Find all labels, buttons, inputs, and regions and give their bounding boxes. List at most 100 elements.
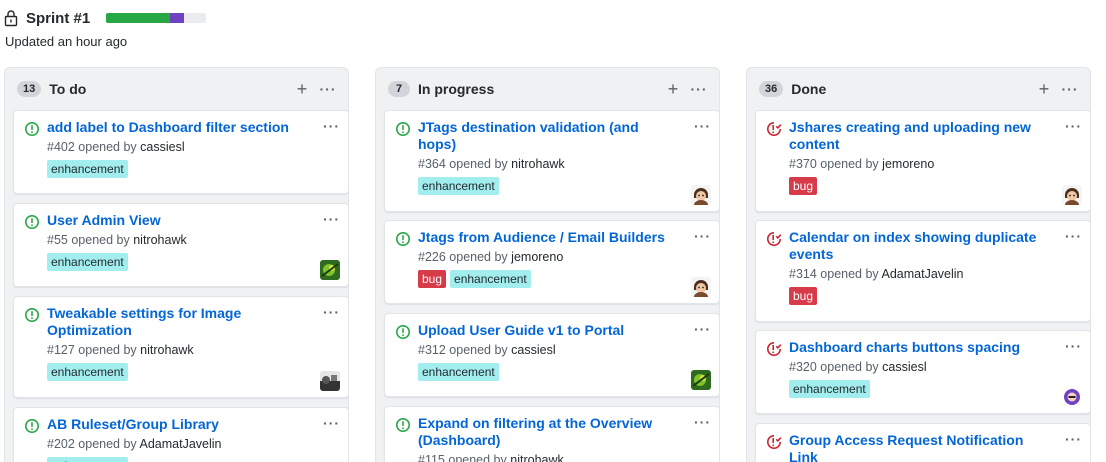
issue-card[interactable]: JTags destination validation (and hops) ·…	[384, 110, 719, 212]
issue-title[interactable]: Expand on filtering at the Overview (Das…	[418, 415, 680, 449]
green-avatar[interactable]	[320, 260, 340, 280]
label-enhancement[interactable]: enhancement	[47, 457, 128, 462]
issue-title[interactable]: Dashboard charts buttons spacing	[789, 339, 1051, 356]
issue-number: #127	[47, 343, 75, 357]
issue-author[interactable]: nitrohawk	[511, 157, 565, 171]
issue-labels: enhancement	[418, 177, 499, 195]
label-enhancement[interactable]: enhancement	[418, 363, 499, 381]
issue-author[interactable]: cassiesl	[511, 343, 555, 357]
issue-meta: #127 opened by nitrohawk	[47, 343, 194, 357]
issue-card[interactable]: User Admin View ··· #55 opened by nitrohaw…	[13, 203, 348, 287]
issue-author[interactable]: nitrohawk	[140, 343, 194, 357]
label-enhancement[interactable]: enhancement	[47, 253, 128, 271]
issue-labels: enhancement	[47, 457, 128, 462]
issue-title[interactable]: JTags destination validation (and hops)	[418, 119, 680, 153]
issue-meta: #402 opened by cassiesl	[47, 140, 185, 154]
issue-title[interactable]: Jtags from Audience / Email Builders	[418, 229, 680, 246]
card-menu-icon[interactable]: ···	[694, 322, 711, 336]
issue-author[interactable]: cassiesl	[140, 140, 184, 154]
opened-by-text: opened by	[71, 233, 130, 247]
add-card-icon[interactable]: +	[663, 79, 683, 99]
issue-meta: #364 opened by nitrohawk	[418, 157, 565, 171]
issue-labels: enhancement	[47, 160, 128, 178]
photo-avatar[interactable]	[320, 371, 340, 391]
column-name: In progress	[418, 81, 495, 97]
issue-number: #364	[418, 157, 446, 171]
label-enhancement[interactable]: enhancement	[47, 160, 128, 178]
issue-card[interactable]: Expand on filtering at the Overview (Das…	[384, 406, 719, 462]
card-menu-icon[interactable]: ···	[1065, 432, 1082, 446]
issue-title[interactable]: Jshares creating and uploading new conte…	[789, 119, 1051, 153]
issue-number: #370	[789, 157, 817, 171]
column-menu-icon[interactable]: ···	[689, 79, 709, 99]
progress-in-progress	[170, 13, 185, 23]
label-enhancement[interactable]: enhancement	[47, 363, 128, 381]
issue-number: #202	[47, 437, 75, 451]
column-todo: 13 To do + ··· add label to Dashboard fi…	[4, 67, 349, 462]
issue-author[interactable]: cassiesl	[882, 360, 926, 374]
face-avatar[interactable]	[691, 185, 711, 205]
label-bug[interactable]: bug	[789, 177, 818, 195]
opened-by-text: opened by	[449, 343, 508, 357]
label-enhancement[interactable]: enhancement	[450, 270, 531, 288]
card-menu-icon[interactable]: ···	[1065, 229, 1082, 243]
purple-avatar[interactable]	[1062, 387, 1082, 407]
issue-title[interactable]: AB Ruleset/Group Library	[47, 416, 309, 433]
opened-by-text: opened by	[448, 453, 507, 462]
issue-card[interactable]: AB Ruleset/Group Library ··· #202 opened b…	[13, 407, 348, 462]
label-bug[interactable]: bug	[789, 287, 818, 305]
issue-title[interactable]: Tweakable settings for Image Optimizatio…	[47, 305, 309, 339]
issue-author[interactable]: jemoreno	[511, 250, 563, 264]
issue-author[interactable]: nitrohawk	[133, 233, 187, 247]
opened-by-text: opened by	[449, 157, 508, 171]
face-avatar[interactable]	[1062, 185, 1082, 205]
column-count: 13	[17, 81, 42, 97]
card-menu-icon[interactable]: ···	[323, 305, 340, 319]
issue-title[interactable]: Calendar on index showing duplicate even…	[789, 229, 1051, 263]
issue-closed-icon	[766, 121, 782, 137]
issue-opened-icon	[24, 121, 40, 137]
card-menu-icon[interactable]: ···	[1065, 339, 1082, 353]
card-menu-icon[interactable]: ···	[694, 119, 711, 133]
column-menu-icon[interactable]: ···	[1060, 79, 1080, 99]
project-board: 13 To do + ··· add label to Dashboard fi…	[4, 67, 1106, 462]
card-menu-icon[interactable]: ···	[694, 229, 711, 243]
add-card-icon[interactable]: +	[292, 79, 312, 99]
issue-card[interactable]: Upload User Guide v1 to Portal ··· #312 op…	[384, 313, 719, 397]
issue-number: #312	[418, 343, 446, 357]
label-enhancement[interactable]: enhancement	[789, 380, 870, 398]
card-menu-icon[interactable]: ···	[323, 212, 340, 226]
issue-opened-icon	[395, 324, 411, 340]
column-menu-icon[interactable]: ···	[318, 79, 338, 99]
issue-card[interactable]: Tweakable settings for Image Optimizatio…	[13, 296, 348, 398]
issue-meta: #202 opened by AdamatJavelin	[47, 437, 221, 451]
issue-title[interactable]: Upload User Guide v1 to Portal	[418, 322, 680, 339]
issue-author[interactable]: nitrohawk	[510, 453, 564, 462]
issue-closed-icon	[766, 434, 782, 450]
face-avatar[interactable]	[691, 277, 711, 297]
label-enhancement[interactable]: enhancement	[418, 177, 499, 195]
issue-title[interactable]: Group Access Request Notification Link	[789, 432, 1051, 462]
add-card-icon[interactable]: +	[1034, 79, 1054, 99]
issue-title[interactable]: User Admin View	[47, 212, 309, 229]
issue-author[interactable]: AdamatJavelin	[139, 437, 221, 451]
label-bug[interactable]: bug	[418, 270, 447, 288]
issue-author[interactable]: jemoreno	[882, 157, 934, 171]
green-avatar[interactable]	[691, 370, 711, 390]
issue-title[interactable]: add label to Dashboard filter section	[47, 119, 309, 136]
issue-card[interactable]: Group Access Request Notification Link ··…	[755, 423, 1090, 462]
issue-card[interactable]: Dashboard charts buttons spacing ··· #320 …	[755, 330, 1090, 414]
issue-card[interactable]: Jshares creating and uploading new conte…	[755, 110, 1090, 212]
card-menu-icon[interactable]: ···	[323, 119, 340, 133]
card-menu-icon[interactable]: ···	[1065, 119, 1082, 133]
issue-card[interactable]: add label to Dashboard filter section ···…	[13, 110, 348, 194]
card-menu-icon[interactable]: ···	[323, 416, 340, 430]
issue-card[interactable]: Calendar on index showing duplicate even…	[755, 220, 1090, 322]
card-menu-icon[interactable]: ···	[694, 415, 711, 429]
issue-labels: bug	[789, 177, 818, 195]
issue-card[interactable]: Jtags from Audience / Email Builders ··· #…	[384, 220, 719, 304]
issue-meta: #226 opened by jemoreno	[418, 250, 563, 264]
issue-meta: #320 opened by cassiesl	[789, 360, 927, 374]
issue-author[interactable]: AdamatJavelin	[881, 267, 963, 281]
project-title[interactable]: Sprint #1	[26, 10, 90, 27]
